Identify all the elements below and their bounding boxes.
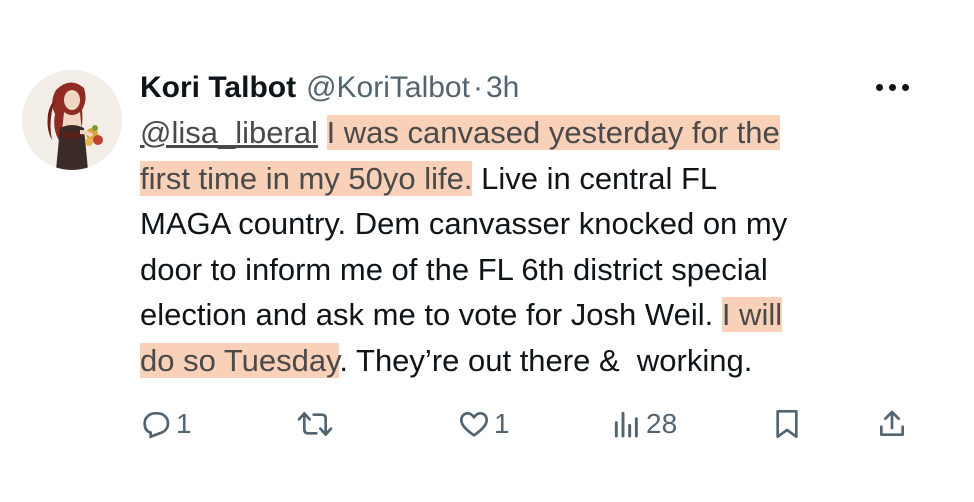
- tweet-text-segment: election and ask me to vote for Josh Wei…: [140, 297, 722, 332]
- tweet-text-segment: Live in central FL: [472, 160, 718, 196]
- share-icon: [880, 410, 904, 436]
- highlighted-text: first time in my 50yo life.: [140, 160, 473, 196]
- retweet-button[interactable]: [296, 402, 338, 446]
- tweet-line: door to inform me of the FL 6th district…: [140, 247, 940, 293]
- more-icon-dot: [901, 83, 909, 91]
- highlighted-text: do so Tuesday: [140, 342, 340, 378]
- tweet-text-segment: . They’re out there & working.: [339, 342, 753, 378]
- separator-dot: ·: [472, 71, 483, 104]
- display-name[interactable]: Kori Talbot: [140, 66, 296, 110]
- tweet[interactable]: Kori Talbot @KoriTalbot · 3h @lisa_liber…: [0, 0, 974, 502]
- tweet-header: Kori Talbot @KoriTalbot · 3h: [140, 66, 519, 110]
- share-button[interactable]: [876, 402, 908, 446]
- avatar[interactable]: [22, 70, 122, 170]
- heart-icon: [460, 412, 488, 437]
- like-button[interactable]: 1: [458, 402, 510, 446]
- tweet-text-segment: MAGA country. Dem canvasser knocked on m…: [140, 206, 788, 241]
- retweet-icon: [297, 412, 333, 436]
- bookmark-icon: [776, 410, 798, 438]
- reply-icon: [143, 412, 170, 439]
- views-icon: [614, 411, 638, 438]
- tweet-line: @lisa_liberal I was canvased yesterday f…: [140, 110, 940, 156]
- more-button[interactable]: [870, 72, 914, 102]
- reply-count: 1: [176, 408, 192, 439]
- tweet-text-segment: [318, 115, 327, 150]
- bookmark-button[interactable]: [772, 402, 802, 446]
- highlighted-text: I will: [721, 297, 783, 332]
- more-icon: [875, 83, 883, 91]
- views-count: 28: [646, 408, 678, 439]
- action-bar: 1 1 28: [0, 402, 974, 446]
- avatar-illustration: [22, 70, 122, 170]
- tweet-line: election and ask me to vote for Josh Wei…: [140, 292, 940, 338]
- mention-link[interactable]: @lisa_liberal: [140, 115, 318, 150]
- timestamp[interactable]: 3h: [486, 66, 519, 110]
- like-count: 1: [494, 408, 510, 439]
- highlighted-text: I was canvased yesterday for the: [326, 115, 780, 150]
- tweet-line: first time in my 50yo life. Live in cent…: [140, 156, 940, 202]
- username-handle[interactable]: @KoriTalbot: [306, 66, 470, 110]
- tweet-line: do so Tuesday. They’re out there & worki…: [140, 338, 940, 384]
- tweet-text-segment: door to inform me of the FL 6th district…: [140, 251, 768, 287]
- views-button[interactable]: 28: [612, 402, 677, 446]
- more-icon-dot: [888, 83, 896, 91]
- tweet-text: @lisa_liberal I was canvased yesterday f…: [140, 110, 940, 383]
- reply-button[interactable]: 1: [140, 402, 192, 446]
- tweet-line: MAGA country. Dem canvasser knocked on m…: [140, 201, 940, 247]
